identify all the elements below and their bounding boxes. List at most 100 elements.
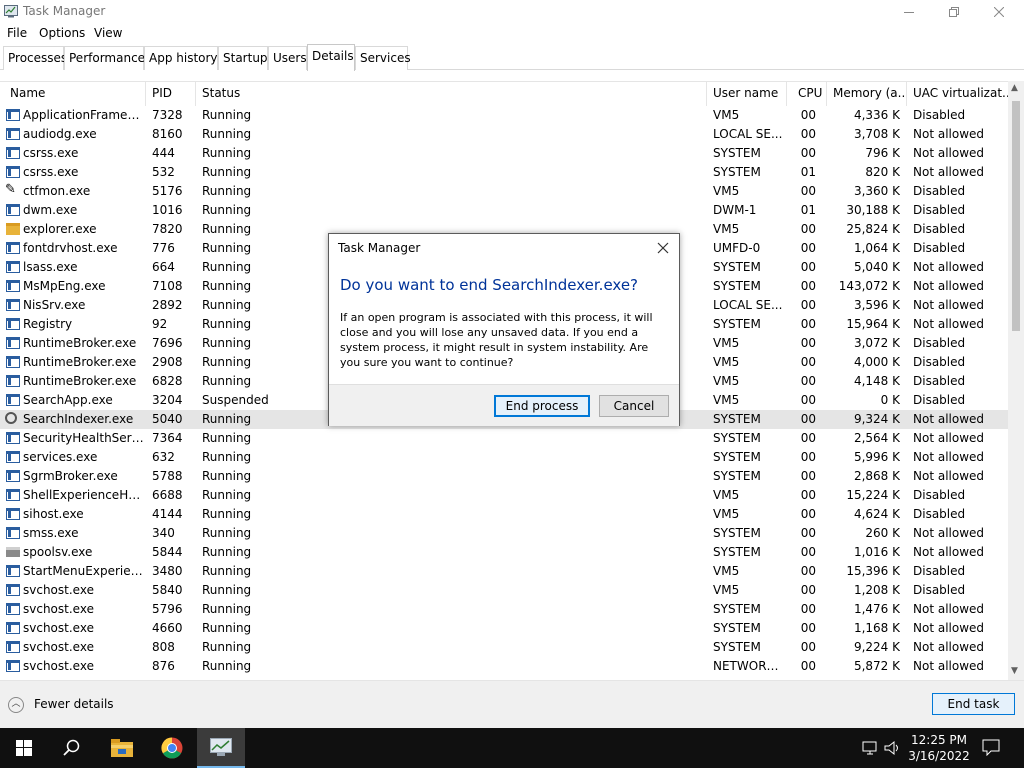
restore-icon [949,6,959,17]
process-user-name: VM5 [713,336,740,350]
start-button[interactable] [0,728,48,768]
collapse-chevron-up-icon[interactable]: ︿ [8,697,24,713]
tab-users[interactable]: Users [268,46,307,70]
process-uac-virtualization: Not allowed [913,659,985,673]
process-memory: 5,872 K [853,659,900,673]
column-header-status[interactable]: Status [196,82,707,106]
table-row[interactable]: svchost.exe 5840 Running VM5 00 1,208 K Disabl… [0,581,1008,600]
table-row[interactable]: svchost.exe 4660 Running SYSTEM 00 1,168 K Not… [0,619,1008,638]
process-user-name: SYSTEM [713,469,761,483]
column-header-user-name[interactable]: User name [707,82,787,106]
action-center-button[interactable] [982,738,1000,759]
process-pid: 7108 [152,279,183,293]
end-task-button[interactable]: End task [932,693,1015,715]
process-pid: 6828 [152,374,183,388]
process-status: Running [202,564,252,578]
process-cpu: 00 [800,279,816,293]
table-row[interactable]: sihost.exe 4144 Running VM5 00 4,624 K Disable… [0,505,1008,524]
table-row[interactable]: spoolsv.exe 5844 Running SYSTEM 00 1,016 K Not… [0,543,1008,562]
table-row[interactable]: svchost.exe 5796 Running SYSTEM 00 1,476 K Not… [0,600,1008,619]
scroll-up-icon[interactable]: ▲ [1011,83,1018,93]
table-row[interactable]: ✎ ctfmon.exe 5176 Running VM5 00 3,360 K Disabl… [0,182,1008,201]
table-row[interactable]: SecurityHealthServic... 7364 Running SYSTEM… [0,429,1008,448]
chrome-button[interactable] [148,728,196,768]
process-user-name: VM5 [713,108,740,122]
tab-processes[interactable]: Processes [3,46,67,70]
process-memory: 9,324 K [853,412,900,426]
volume-icon[interactable] [884,740,902,759]
column-header-uac-virtualization[interactable]: UAC virtualizat... [907,82,1008,106]
process-name: dwm.exe [23,203,78,217]
process-pid: 7364 [152,431,183,445]
tab-details[interactable]: Details [307,44,355,71]
process-name: svchost.exe [23,640,94,654]
table-row[interactable]: csrss.exe 444 Running SYSTEM 00 796 K Not allo… [0,144,1008,163]
process-name: svchost.exe [23,602,94,616]
task-manager-window: Task Manager File Options View Processes… [0,0,1024,728]
table-row[interactable]: smss.exe 340 Running SYSTEM 00 260 K Not allow… [0,524,1008,543]
process-status: Running [202,431,252,445]
menu-file[interactable]: File [7,26,27,40]
process-name: RuntimeBroker.exe [23,374,137,388]
table-row[interactable]: svchost.exe 808 Running SYSTEM 00 9,224 K Not … [0,638,1008,657]
search-button[interactable] [48,728,96,768]
restore-button[interactable] [931,0,977,23]
process-user-name: UMFD-0 [713,241,761,255]
process-name: sihost.exe [23,507,84,521]
task-manager-app-icon [4,4,18,18]
window-icon [6,508,20,520]
table-row[interactable]: SgrmBroker.exe 5788 Running SYSTEM 00 2,868 K… [0,467,1008,486]
network-icon[interactable] [862,740,880,759]
window-icon [6,584,20,596]
process-memory: 15,396 K [846,564,900,578]
system-clock[interactable]: 12:25 PM 3/16/2022 [908,732,970,764]
window-icon [6,356,20,368]
scroll-down-icon[interactable]: ▼ [1011,666,1018,676]
column-header-cpu[interactable]: CPU [787,82,827,106]
process-user-name: LOCAL SE... [713,298,783,312]
process-pid: 5788 [152,469,183,483]
process-name: ApplicationFrameHo... [23,108,145,122]
task-manager-taskbar-button[interactable] [197,728,245,768]
process-cpu: 01 [800,203,816,217]
table-row[interactable]: dwm.exe 1016 Running DWM-1 01 30,188 K Disable… [0,201,1008,220]
dialog-close-button[interactable] [651,238,675,258]
clock-date: 3/16/2022 [908,749,970,763]
process-cpu: 00 [800,583,816,597]
fewer-details-link[interactable]: Fewer details [34,697,114,711]
process-user-name: SYSTEM [713,431,761,445]
process-pid: 5796 [152,602,183,616]
file-explorer-button[interactable] [98,728,146,768]
scrollbar-thumb[interactable] [1012,101,1020,331]
close-button[interactable] [976,0,1022,23]
table-row[interactable]: csrss.exe 532 Running SYSTEM 01 820 K Not allo… [0,163,1008,182]
column-header-name[interactable]: Name ^ [0,82,146,106]
tab-app-history[interactable]: App history [144,46,218,70]
table-row[interactable]: svchost.exe 876 Running NETWORK... 00 5,872 K… [0,657,1008,676]
table-row[interactable]: StartMenuExperienc... 3480 Running VM5 00 15,… [0,562,1008,581]
column-header-pid[interactable]: PID [146,82,196,106]
window-icon [6,166,20,178]
process-memory: 3,072 K [853,336,900,350]
process-pid: 444 [152,146,175,160]
tab-startup[interactable]: Startup [218,46,268,70]
tab-performance[interactable]: Performance [64,46,145,70]
cancel-button[interactable]: Cancel [599,395,669,417]
end-process-button[interactable]: End process [494,395,590,417]
vertical-scrollbar[interactable]: ▲ ▼ [1008,81,1024,680]
process-name: SearchIndexer.exe [23,412,134,426]
table-row[interactable]: ApplicationFrameHo... 7328 Running VM5 00 4,3… [0,106,1008,125]
window-icon [6,527,20,539]
table-row[interactable]: services.exe 632 Running SYSTEM 00 5,996 K Not… [0,448,1008,467]
process-name: csrss.exe [23,165,79,179]
menu-view[interactable]: View [94,26,122,40]
column-header-memory[interactable]: Memory (a... [827,82,907,106]
minimize-button[interactable] [886,0,932,23]
table-row[interactable]: audiodg.exe 8160 Running LOCAL SE... 00 3,708… [0,125,1008,144]
window-icon [6,641,20,653]
table-row[interactable]: ShellExperienceHost.... 6688 Running VM5 00 1… [0,486,1008,505]
tab-services[interactable]: Services [355,46,411,70]
title-bar[interactable]: Task Manager [0,0,1024,23]
process-user-name: SYSTEM [713,146,761,160]
menu-options[interactable]: Options [39,26,85,40]
